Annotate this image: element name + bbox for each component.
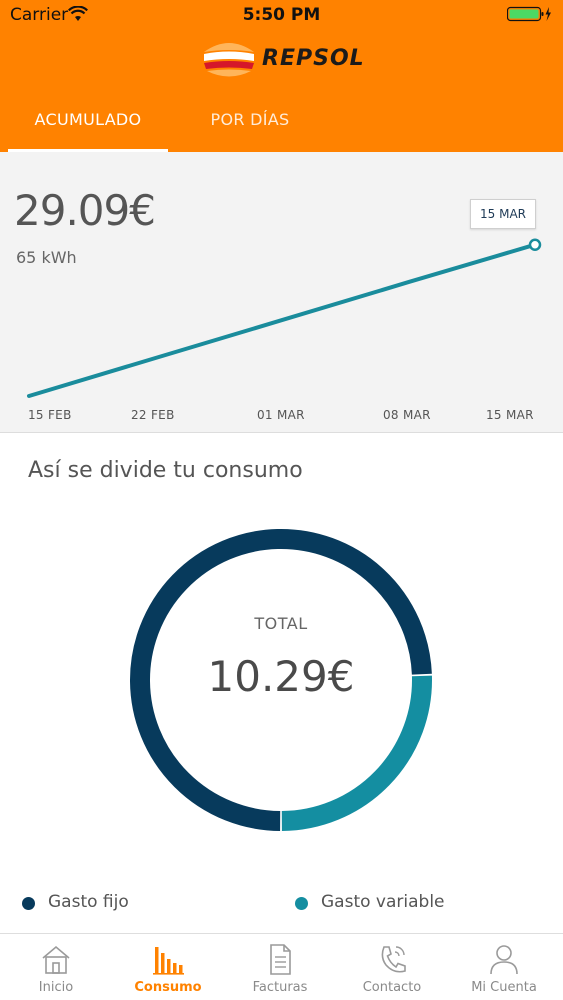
x-tick-label: 22 FEB (131, 408, 175, 422)
tab-por-dias[interactable]: POR DÍAS (170, 96, 330, 152)
legend-label: Gasto variable (321, 892, 445, 912)
tab-acumulado[interactable]: ACUMULADO (8, 96, 168, 152)
x-tick-label: 08 MAR (383, 408, 431, 422)
x-tick-label: 15 MAR (486, 408, 534, 422)
status-time: 5:50 PM (242, 5, 321, 25)
x-tick-label: 01 MAR (257, 408, 305, 422)
accumulated-line-chart (27, 238, 542, 398)
legend-dot (295, 897, 308, 910)
x-tick-label: 15 FEB (28, 408, 72, 422)
nav-item-facturas[interactable]: Facturas (224, 934, 336, 1000)
repsol-logo-icon (204, 43, 254, 77)
home-icon (42, 945, 70, 974)
donut-total-label: TOTAL (254, 614, 308, 633)
nav-item-inicio[interactable]: Inicio (0, 934, 112, 1000)
legend-label: Gasto fijo (48, 892, 129, 912)
nav-item-contacto[interactable]: Contacto (336, 934, 448, 1000)
status-bar: Carrier 5:50 PM (0, 0, 563, 30)
phone-icon (381, 946, 406, 973)
header: Carrier 5:50 PM REPSOL ACUMULADO POR DÍA… (0, 0, 563, 152)
nav-label: Mi Cuenta (471, 980, 537, 995)
bar-chart-icon (153, 947, 184, 975)
user-icon (490, 945, 518, 975)
nav-label: Inicio (38, 980, 74, 995)
tab-bar: ACUMULADO POR DÍAS (0, 96, 563, 152)
battery-icon (506, 5, 553, 28)
breakdown-title: Así se divide tu consumo (28, 458, 303, 483)
bottom-nav: Inicio Consumo Facturas Contacto Mi Cuen… (0, 933, 563, 1000)
legend-dot (22, 897, 35, 910)
nav-item-mi-cuenta[interactable]: Mi Cuenta (448, 934, 560, 1000)
nav-label: Contacto (362, 980, 422, 995)
repsol-logo: REPSOL (196, 38, 366, 80)
nav-label: Facturas (252, 980, 308, 995)
donut-total-value: 10.29€ (207, 652, 355, 701)
document-icon (270, 944, 291, 975)
series-line (27, 242, 537, 398)
nav-item-consumo[interactable]: Consumo (112, 934, 224, 1000)
nav-label: Consumo (134, 980, 202, 995)
brand-name: REPSOL (262, 46, 365, 71)
highlighted-data-point (528, 238, 542, 251)
app-screen: Carrier 5:50 PM REPSOL ACUMULADO POR DÍA… (0, 0, 563, 1000)
chart-tooltip: 15 MAR (470, 199, 536, 229)
